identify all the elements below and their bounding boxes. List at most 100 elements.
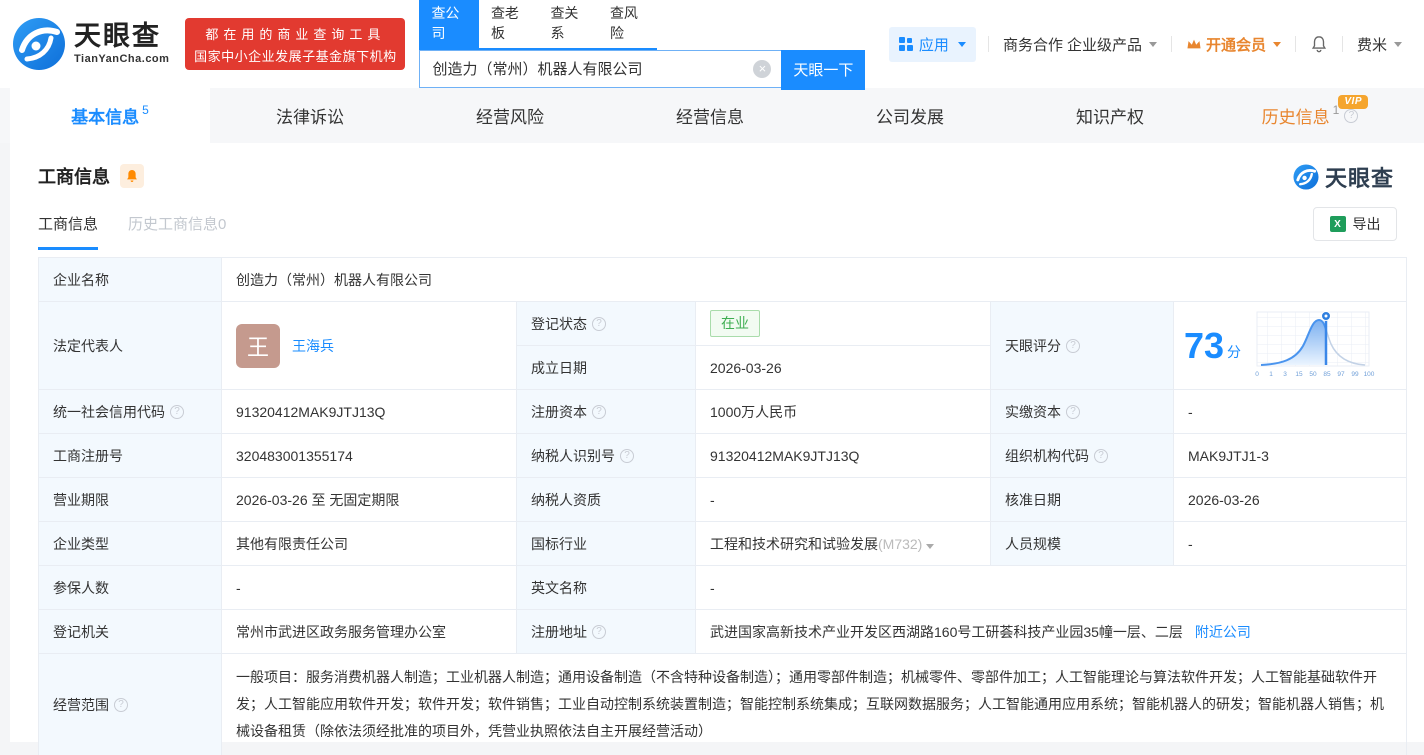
business-info-card: 工商信息 天眼查 工商信息 历史工商信息0 导出 [10, 143, 1424, 755]
table-row: 参保人数 - 英文名称 - [38, 565, 1407, 610]
staff-size-label: 人员规模 [990, 521, 1174, 566]
search-tab-boss[interactable]: 查老板 [479, 0, 539, 48]
score-unit: 分 [1227, 343, 1242, 360]
search-tab-company[interactable]: 查公司 [419, 0, 479, 48]
established-label: 成立日期 [516, 345, 696, 390]
search-tab-risk[interactable]: 查风险 [598, 0, 658, 48]
clear-search-icon[interactable] [753, 59, 772, 78]
help-icon[interactable] [620, 448, 634, 463]
insured-count-label: 参保人数 [38, 565, 222, 610]
legal-rep-link[interactable]: 王海兵 [292, 336, 334, 356]
score-value: 73 [1184, 324, 1225, 366]
legal-rep-label: 法定代表人 [38, 301, 222, 390]
score-axis-ticks: 0 1 3 15 50 85 97 99 100 [1255, 371, 1375, 378]
enterprise-products-menu[interactable]: 企业级产品 [1067, 34, 1157, 55]
reg-capital-label: 注册资本 [516, 389, 696, 434]
tianyancha-logo-icon [13, 18, 65, 70]
table-row: 工商注册号 320483001355174 纳税人识别号 91320412MAK… [38, 433, 1407, 478]
score-distribution-chart: 0 1 3 15 50 85 97 99 100 [1255, 310, 1375, 378]
menu-divider [987, 36, 989, 52]
notifications-button[interactable] [1310, 35, 1328, 53]
svg-text:97: 97 [1337, 371, 1345, 378]
help-icon[interactable] [170, 404, 184, 419]
search-tabs: 查公司 查老板 查关系 查风险 [419, 0, 658, 50]
staff-size-value: - [1173, 521, 1407, 566]
open-vip-menu[interactable]: 开通会员 [1186, 34, 1281, 55]
chevron-down-icon [1272, 41, 1281, 47]
industry-value: 工程和技术研究和试验发展 [710, 535, 878, 552]
company-name-value: 创造力（常州）机器人有限公司 [221, 257, 1407, 302]
business-cooperation-link[interactable]: 商务合作 [1003, 34, 1063, 55]
reg-capital-value: 1000万人民币 [695, 389, 991, 434]
search-area: 查公司 查老板 查关系 查风险 天眼一下 [419, 0, 866, 90]
logo-domain: TianYanCha.com [74, 53, 170, 65]
table-row: 营业期限 2026-03-26 至 无固定期限 纳税人资质 - 核准日期 202… [38, 477, 1407, 522]
chevron-down-icon [1148, 41, 1157, 47]
score-label: 天眼评分 [990, 301, 1174, 390]
company-type-value: 其他有限责任公司 [221, 521, 517, 566]
org-code-value: MAK9JTJ1-3 [1173, 433, 1407, 478]
business-info-subtabs: 工商信息 历史工商信息0 [38, 213, 226, 250]
subscribe-alert-button[interactable] [120, 164, 144, 188]
subtab-current-info[interactable]: 工商信息 [38, 213, 99, 250]
bell-icon [1311, 36, 1327, 53]
tianyancha-logo[interactable]: 天眼查 TianYanCha.com [12, 17, 169, 71]
svg-text:50: 50 [1309, 371, 1317, 378]
help-icon[interactable] [114, 697, 128, 712]
reg-address-cell: 武进国家高新技术产业开发区西湖路160号工研荟科技产业园35幢一层、二层 附近公… [695, 609, 1407, 654]
export-button[interactable]: 导出 [1313, 207, 1397, 241]
bell-icon [127, 170, 137, 182]
table-row: 登记机关 常州市武进区政务服务管理办公室 注册地址 武进国家高新技术产业开发区西… [38, 609, 1407, 654]
tianyancha-watermark: 天眼查 [1293, 161, 1394, 193]
help-icon[interactable] [592, 404, 606, 419]
tab-intellectual-property[interactable]: 知识产权 [1010, 88, 1210, 143]
tab-operating-info[interactable]: 经营信息 [610, 88, 810, 143]
tab-company-development[interactable]: 公司发展 [810, 88, 1010, 143]
slogan-line2: 国家中小企业发展子基金旗下机构 [194, 48, 397, 64]
tab-operating-risk[interactable]: 经营风险 [410, 88, 610, 143]
help-icon[interactable] [592, 316, 606, 331]
reg-authority-label: 登记机关 [38, 609, 222, 654]
help-icon[interactable] [1094, 448, 1108, 463]
svg-text:15: 15 [1295, 371, 1303, 378]
help-icon[interactable] [1344, 108, 1359, 123]
established-value: 2026-03-26 [695, 345, 991, 390]
business-scope-value: 一般项目：服务消费机器人制造；工业机器人制造；通用设备制造（不含特种设备制造）；… [221, 653, 1407, 755]
taxpayer-quality-label: 纳税人资质 [516, 477, 696, 522]
search-button[interactable]: 天眼一下 [781, 49, 866, 90]
table-row: 经营范围 一般项目：服务消费机器人制造；工业机器人制造；通用设备制造（不含特种设… [38, 653, 1407, 755]
help-icon[interactable] [1066, 404, 1080, 419]
svg-text:85: 85 [1323, 371, 1331, 378]
status-badge: 在业 [710, 310, 760, 337]
tab-count: 1 [1332, 102, 1340, 117]
approval-date-value: 2026-03-26 [1173, 477, 1407, 522]
table-row: 企业类型 其他有限责任公司 国标行业 工程和技术研究和试验发展(M732) 人员… [38, 521, 1407, 566]
svg-text:0: 0 [1255, 371, 1259, 378]
industry-code: (M732) [878, 535, 923, 552]
apps-menu[interactable]: 应用 [888, 26, 976, 62]
svg-text:3: 3 [1283, 371, 1287, 378]
user-account-menu[interactable]: 费米 [1357, 34, 1402, 55]
tab-basic-info[interactable]: 基本信息 5 [10, 88, 210, 143]
help-icon[interactable] [592, 624, 606, 639]
tianyancha-logo-icon [1293, 164, 1319, 190]
nearby-companies-link[interactable]: 附近公司 [1195, 624, 1251, 640]
chevron-down-icon[interactable] [926, 543, 935, 549]
logo-name: 天眼查 [74, 21, 161, 51]
table-row: 法定代表人 王 王海兵 登记状态 在业 天眼评分 73 分 [38, 301, 1407, 390]
tab-history-info[interactable]: VIP 历史信息 1 [1210, 88, 1410, 143]
tab-legal-proceedings[interactable]: 法律诉讼 [210, 88, 410, 143]
paid-capital-label: 实缴资本 [990, 389, 1174, 434]
company-nav-tabs: 基本信息 5 法律诉讼 经营风险 经营信息 公司发展 知识产权 VIP 历史信息… [0, 88, 1424, 143]
reg-number-value: 320483001355174 [221, 433, 517, 478]
menu-divider [1294, 36, 1296, 52]
org-code-label: 组织机构代码 [990, 433, 1174, 478]
subtab-history-info[interactable]: 历史工商信息0 [128, 213, 226, 250]
search-input[interactable] [419, 49, 782, 88]
help-icon[interactable] [1066, 338, 1080, 353]
taxpayer-quality-value: - [695, 477, 991, 522]
menu-divider [1170, 36, 1172, 52]
menu-divider [1341, 36, 1343, 52]
search-tab-relation[interactable]: 查关系 [538, 0, 598, 48]
score-cell: 73 分 0 1 3 15 50 85 97 99 100 [1173, 301, 1407, 390]
